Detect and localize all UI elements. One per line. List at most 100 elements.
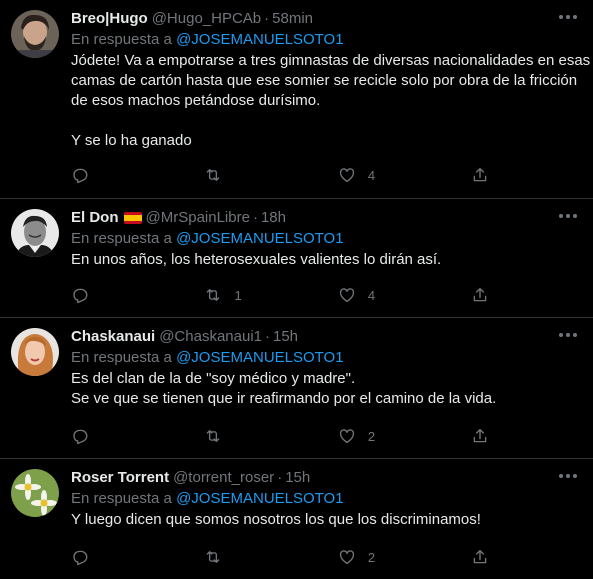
display-name[interactable]: Breo|Hugo (71, 9, 148, 29)
retweet-button[interactable] (204, 165, 337, 185)
tweet-text-line: camas de cartón hasta que ese somier se … (71, 72, 578, 89)
reply-prefix: En respuesta a (71, 31, 172, 48)
reply-mention-link[interactable]: @JOSEMANUELSOTO1 (176, 490, 344, 507)
like-icon (339, 288, 354, 303)
tweet-text-line: Es del clan de la de "soy médico y madre… (71, 370, 356, 387)
tweet[interactable]: Breo|Hugo @Hugo_HPCAb · 58min En respues… (0, 0, 593, 199)
more-icon[interactable] (559, 473, 577, 479)
tweet-text-line: de esos machos petándose durísimo. (71, 92, 321, 109)
tweet[interactable]: Roser Torrent @torrent_roser · 15h En re… (0, 459, 593, 579)
share-icon (474, 428, 487, 443)
tweet-header: El Don @MrSpainLibre · 18h (71, 208, 581, 228)
share-button[interactable] (471, 547, 501, 567)
tweet[interactable]: El Don @MrSpainLibre · 18h En respuesta … (0, 199, 593, 318)
separator: · (277, 469, 283, 486)
like-count: 2 (367, 428, 376, 444)
retweet-icon (207, 551, 220, 563)
timestamp[interactable]: 15h (273, 327, 298, 347)
reply-prefix: En respuesta a (71, 349, 172, 366)
avatar[interactable] (11, 328, 59, 376)
timestamp[interactable]: 18h (261, 208, 286, 228)
reply-icon (73, 550, 88, 566)
share-button[interactable] (471, 285, 501, 305)
reply-prefix: En respuesta a (71, 490, 172, 507)
retweet-icon (207, 289, 220, 301)
like-button[interactable]: 2 (338, 547, 471, 567)
reply-feed: Breo|Hugo @Hugo_HPCAb · 58min En respues… (0, 0, 593, 579)
more-icon[interactable] (559, 14, 577, 20)
avatar-image (11, 10, 59, 58)
action-bar: 2 (71, 426, 501, 446)
like-count: 4 (367, 167, 376, 183)
tweet-text-line: En unos años, los heterosexuales valient… (71, 251, 442, 268)
reply-icon (73, 429, 88, 445)
user-handle[interactable]: @Chaskanaui1 (159, 327, 262, 347)
avatar-image (11, 469, 59, 517)
display-name[interactable]: El Don (71, 208, 119, 228)
tweet-text-line: Y luego dicen que somos nosotros los que… (71, 511, 481, 528)
more-icon[interactable] (559, 213, 577, 219)
tweet-header: Roser Torrent @torrent_roser · 15h (71, 468, 581, 488)
like-icon (339, 550, 354, 565)
user-handle[interactable]: @MrSpainLibre (146, 208, 250, 228)
tweet-text: Es del clan de la de "soy médico y madre… (71, 369, 581, 409)
tweet-text-line: Y se lo ha ganado (71, 132, 192, 149)
tweet-text-line: Jódete! Va a empotrarse a tres gimnastas… (71, 52, 591, 69)
retweet-button[interactable] (204, 426, 337, 446)
retweet-icon (207, 430, 220, 442)
tweet-text: Y luego dicen que somos nosotros los que… (71, 510, 581, 530)
tweet-text: Jódete! Va a empotrarse a tres gimnastas… (71, 51, 591, 151)
share-icon (474, 549, 487, 564)
share-button[interactable] (471, 165, 501, 185)
reply-mention-link[interactable]: @JOSEMANUELSOTO1 (176, 349, 344, 366)
like-count: 2 (367, 549, 376, 565)
display-name[interactable]: Chaskanaui (71, 327, 155, 347)
avatar[interactable] (11, 10, 59, 58)
like-icon (339, 168, 354, 183)
reply-mention-link[interactable]: @JOSEMANUELSOTO1 (176, 31, 344, 48)
retweet-icon (207, 169, 220, 181)
like-count: 4 (367, 287, 376, 303)
reply-button[interactable] (71, 547, 204, 567)
avatar[interactable] (11, 469, 59, 517)
user-handle[interactable]: @Hugo_HPCAb (152, 9, 261, 29)
reply-prefix: En respuesta a (71, 230, 172, 247)
tweet-text: En unos años, los heterosexuales valient… (71, 250, 581, 270)
reply-context: En respuesta a @JOSEMANUELSOTO1 (71, 30, 581, 50)
avatar-image (11, 328, 59, 376)
avatar[interactable] (11, 209, 59, 257)
user-handle[interactable]: @torrent_roser (173, 468, 274, 488)
spain-flag-icon (123, 212, 142, 224)
reply-button[interactable] (71, 426, 204, 446)
reply-mention-link[interactable]: @JOSEMANUELSOTO1 (176, 230, 344, 247)
timestamp[interactable]: 15h (285, 468, 310, 488)
action-bar: 1 4 (71, 285, 501, 305)
separator: · (265, 328, 270, 345)
like-button[interactable]: 2 (338, 426, 471, 446)
retweet-button[interactable]: 1 (204, 285, 337, 305)
like-button[interactable]: 4 (338, 165, 471, 185)
timestamp[interactable]: 58min (272, 9, 313, 29)
tweet-header: Breo|Hugo @Hugo_HPCAb · 58min (71, 9, 581, 29)
share-button[interactable] (471, 426, 501, 446)
retweet-button[interactable] (204, 547, 337, 567)
tweet[interactable]: Chaskanaui @Chaskanaui1 · 15h En respues… (0, 318, 593, 459)
avatar-image (11, 209, 59, 257)
action-bar: 2 (71, 547, 501, 567)
display-name[interactable]: Roser Torrent (71, 468, 169, 488)
separator: · (264, 10, 270, 27)
more-icon[interactable] (559, 332, 577, 338)
reply-icon (73, 168, 88, 184)
reply-button[interactable] (71, 285, 204, 305)
like-icon (339, 429, 354, 444)
tweet-text-blank-line (71, 111, 581, 131)
reply-context: En respuesta a @JOSEMANUELSOTO1 (71, 348, 581, 368)
like-button[interactable]: 4 (338, 285, 471, 305)
share-icon (474, 167, 487, 182)
reply-context: En respuesta a @JOSEMANUELSOTO1 (71, 489, 581, 509)
tweet-text-line: Se ve que se tienen que ir reafirmando p… (71, 390, 497, 407)
retweet-count: 1 (234, 287, 242, 303)
reply-button[interactable] (71, 165, 204, 185)
tweet-header: Chaskanaui @Chaskanaui1 · 15h (71, 327, 581, 347)
reply-icon (73, 288, 88, 304)
